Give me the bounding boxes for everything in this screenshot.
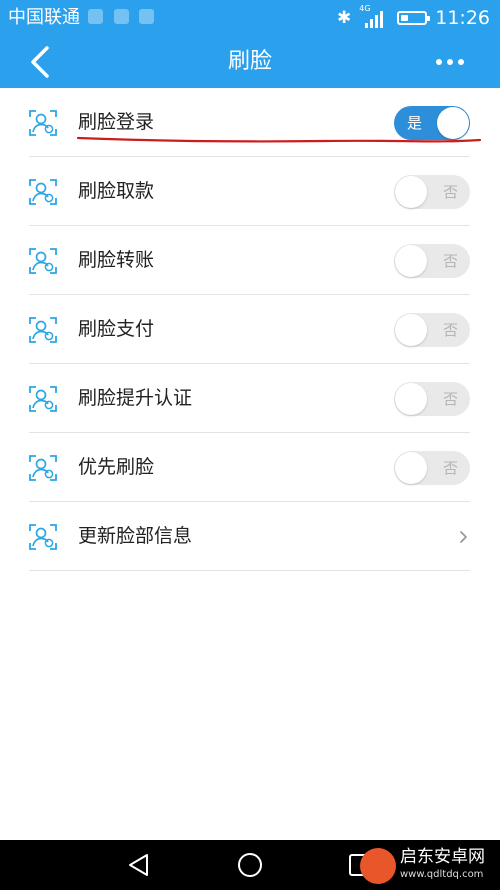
toggle-knob xyxy=(395,176,427,208)
settings-row-label: 刷脸提升认证 xyxy=(78,387,193,409)
nav-bar: 刷脸 xyxy=(0,36,500,88)
settings-row-label: 优先刷脸 xyxy=(78,456,155,478)
settings-row-label: 刷脸取款 xyxy=(78,180,155,202)
app-header: 中国联通 ✱ 4G 11:26 刷脸 xyxy=(0,0,500,88)
clock: 11:26 xyxy=(435,7,490,29)
settings-list: 刷脸登录是刷脸取款否刷脸转账否刷脸支付否刷脸提升认证否优先刷脸否更新脸部信息 xyxy=(0,88,500,571)
signal-icon: 4G xyxy=(359,4,389,29)
notification-download-icon xyxy=(114,9,129,24)
toggle-state-label: 否 xyxy=(442,183,458,201)
battery-icon xyxy=(397,11,431,25)
face-pay-icon xyxy=(29,317,57,343)
row-divider xyxy=(29,570,470,571)
watermark-name: 启东安卓网 xyxy=(400,847,485,867)
face-priority-icon xyxy=(29,455,57,481)
face-withdraw-icon xyxy=(29,179,57,205)
page-title: 刷脸 xyxy=(227,49,272,74)
settings-row: 刷脸转账 否 xyxy=(0,226,500,295)
toggle-state-label: 否 xyxy=(442,252,458,270)
watermark-logo-icon xyxy=(360,848,396,884)
status-bar: 中国联通 ✱ 4G 11:26 xyxy=(0,0,500,36)
more-icon xyxy=(436,59,464,65)
toggle-knob xyxy=(395,245,427,277)
face-transfer-icon xyxy=(29,248,57,274)
toggle-state-label: 否 xyxy=(442,459,458,477)
toggle-switch[interactable]: 否 xyxy=(394,451,470,485)
face-login-icon xyxy=(29,110,57,136)
notification-app-icon xyxy=(88,9,103,24)
toggle-knob xyxy=(395,383,427,415)
chevron-right-icon xyxy=(460,531,467,543)
watermark-url: www.qdltdq.com xyxy=(400,869,484,880)
face-update-icon xyxy=(29,524,57,550)
bluetooth-icon: ✱ xyxy=(336,8,352,28)
toggle-switch[interactable]: 否 xyxy=(394,313,470,347)
carrier-name: 中国联通 xyxy=(8,7,80,28)
settings-row-label: 刷脸转账 xyxy=(78,249,155,271)
annotation-underline xyxy=(76,136,482,143)
settings-row: 优先刷脸 否 xyxy=(0,433,500,502)
settings-row-label: 更新脸部信息 xyxy=(78,525,193,547)
notification-image-icon xyxy=(139,9,154,24)
more-button[interactable] xyxy=(428,50,472,74)
toggle-knob xyxy=(395,452,427,484)
face-upgrade-auth-icon xyxy=(29,386,57,412)
back-triangle-icon[interactable] xyxy=(126,852,152,878)
system-nav-bar: 启东安卓网 www.qdltdq.com xyxy=(0,840,500,890)
toggle-state-label: 否 xyxy=(442,321,458,339)
settings-row: 刷脸取款 否 xyxy=(0,157,500,226)
settings-row: 刷脸提升认证 否 xyxy=(0,364,500,433)
settings-row: 刷脸支付 否 xyxy=(0,295,500,364)
home-circle-icon[interactable] xyxy=(236,851,264,879)
settings-row-label: 刷脸支付 xyxy=(78,318,155,340)
toggle-switch[interactable]: 否 xyxy=(394,175,470,209)
watermark: 启东安卓网 www.qdltdq.com xyxy=(360,846,494,886)
toggle-switch[interactable]: 否 xyxy=(394,382,470,416)
settings-row[interactable]: 更新脸部信息 xyxy=(0,502,500,571)
toggle-state-label: 否 xyxy=(442,390,458,408)
toggle-knob xyxy=(395,314,427,346)
toggle-switch[interactable]: 否 xyxy=(394,244,470,278)
